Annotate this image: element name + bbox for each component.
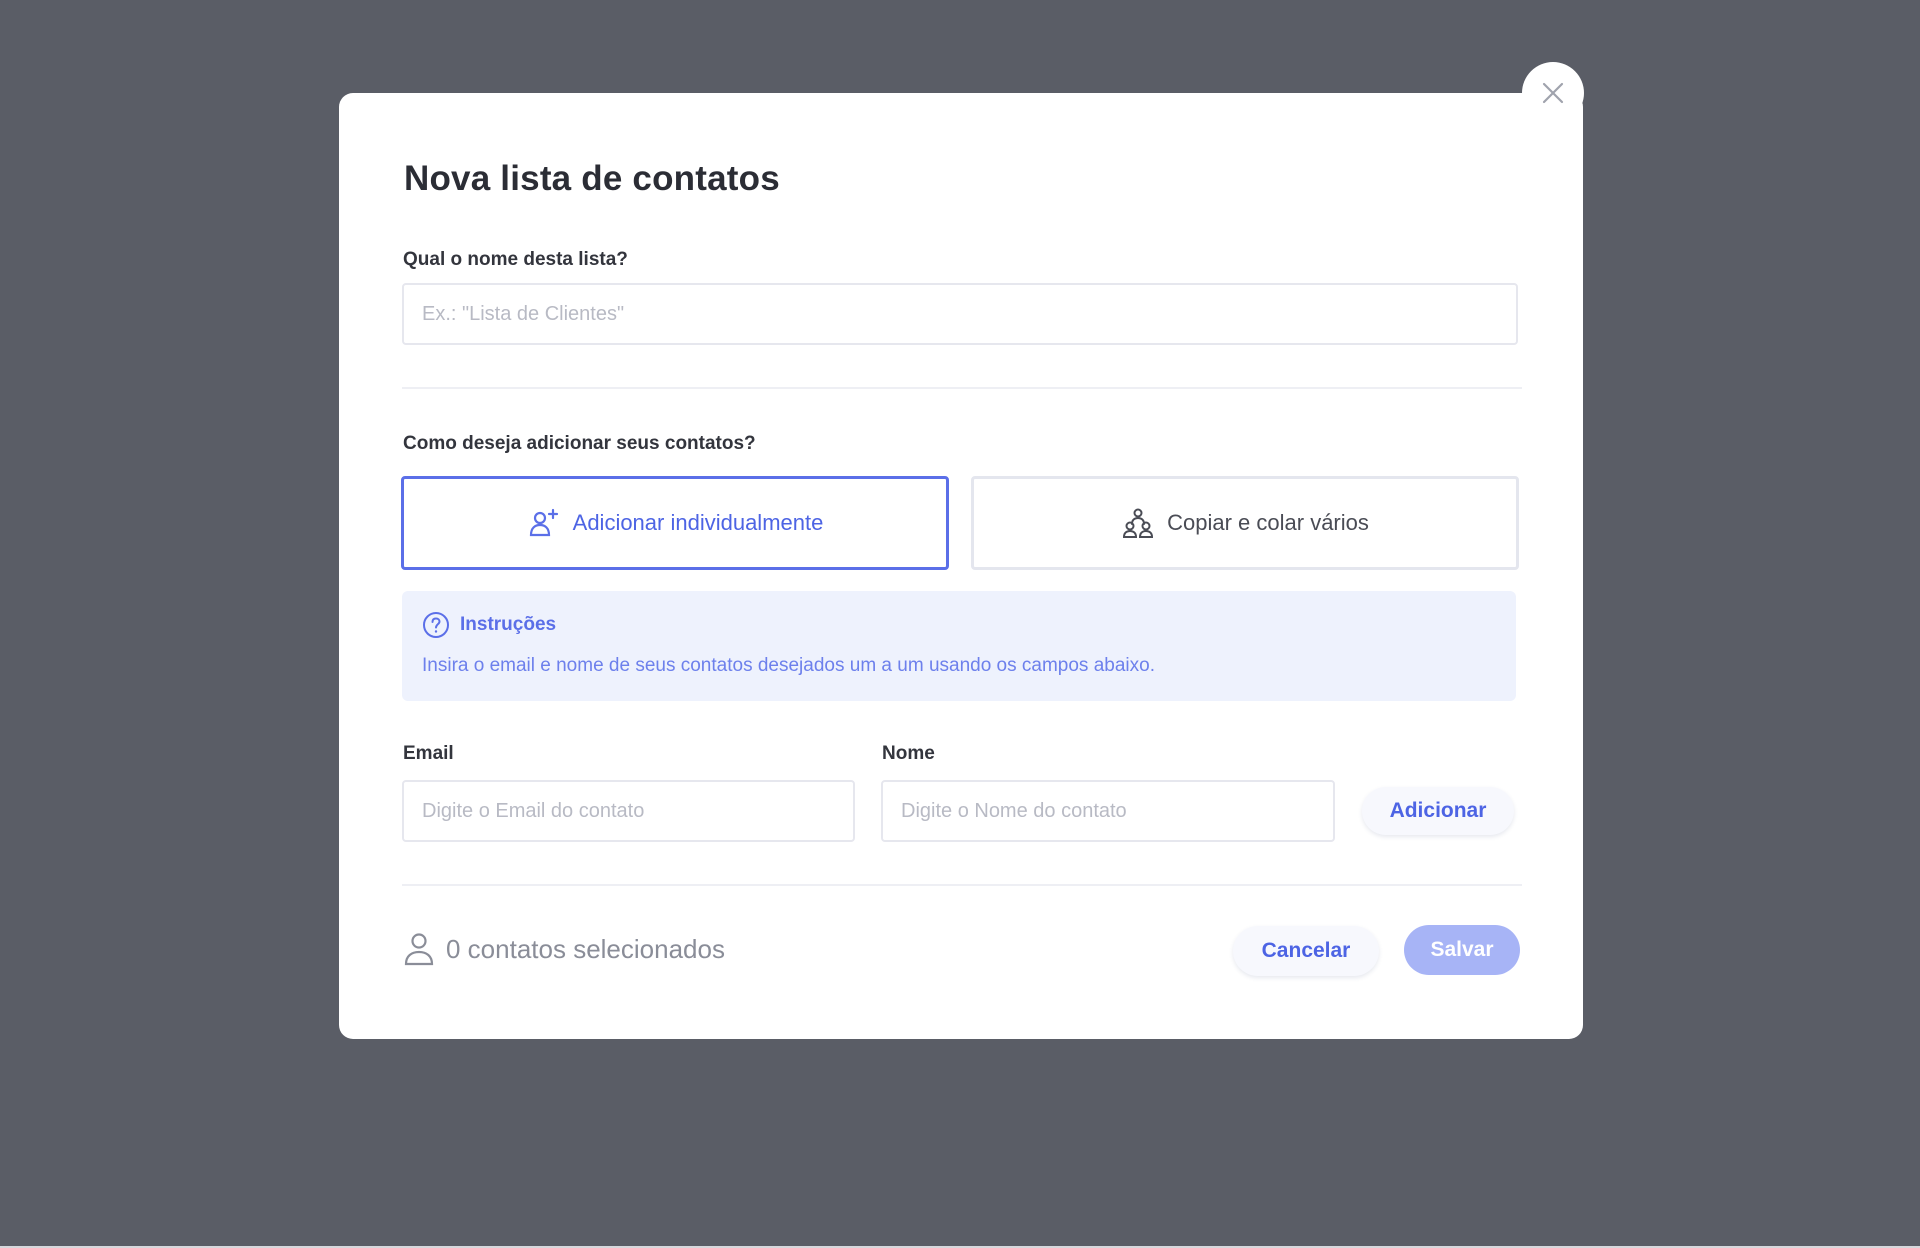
selected-count-text: 0 contatos selecionados <box>446 933 725 964</box>
instructions-title: Instruções <box>460 614 557 635</box>
cancel-button[interactable]: Cancelar <box>1233 926 1379 976</box>
section-divider <box>402 387 1522 389</box>
close-icon <box>1540 80 1566 106</box>
add-user-icon <box>527 506 561 540</box>
copy-paste-label: Copiar e colar vários <box>1167 510 1369 535</box>
group-icon <box>1121 506 1155 540</box>
user-icon <box>402 931 436 967</box>
save-button[interactable]: Salvar <box>1404 925 1520 975</box>
help-circle-icon <box>422 611 450 639</box>
list-name-label: Qual o nome desta lista? <box>403 249 628 270</box>
name-input[interactable] <box>881 780 1335 842</box>
instructions-box: Instruções Insira o email e nome de seus… <box>402 591 1516 701</box>
close-modal-button[interactable] <box>1522 62 1584 124</box>
add-contact-button[interactable]: Adicionar <box>1362 787 1514 835</box>
instructions-header: Instruções <box>422 611 556 639</box>
footer-divider <box>402 884 1522 886</box>
add-individually-option[interactable]: Adicionar individualmente <box>401 476 949 570</box>
email-input[interactable] <box>402 780 855 842</box>
instructions-text: Insira o email e nome de seus contatos d… <box>422 655 1155 676</box>
modal-title: Nova lista de contatos <box>404 159 780 198</box>
email-label: Email <box>403 743 454 764</box>
list-name-input[interactable] <box>402 283 1518 345</box>
add-method-label: Como deseja adicionar seus contatos? <box>403 433 756 454</box>
selected-count: 0 contatos selecionados <box>402 931 725 967</box>
copy-paste-option[interactable]: Copiar e colar vários <box>971 476 1519 570</box>
new-contact-list-modal: Nova lista de contatos Qual o nome desta… <box>339 93 1583 1039</box>
add-individually-label: Adicionar individualmente <box>572 510 824 535</box>
name-label: Nome <box>882 743 935 764</box>
